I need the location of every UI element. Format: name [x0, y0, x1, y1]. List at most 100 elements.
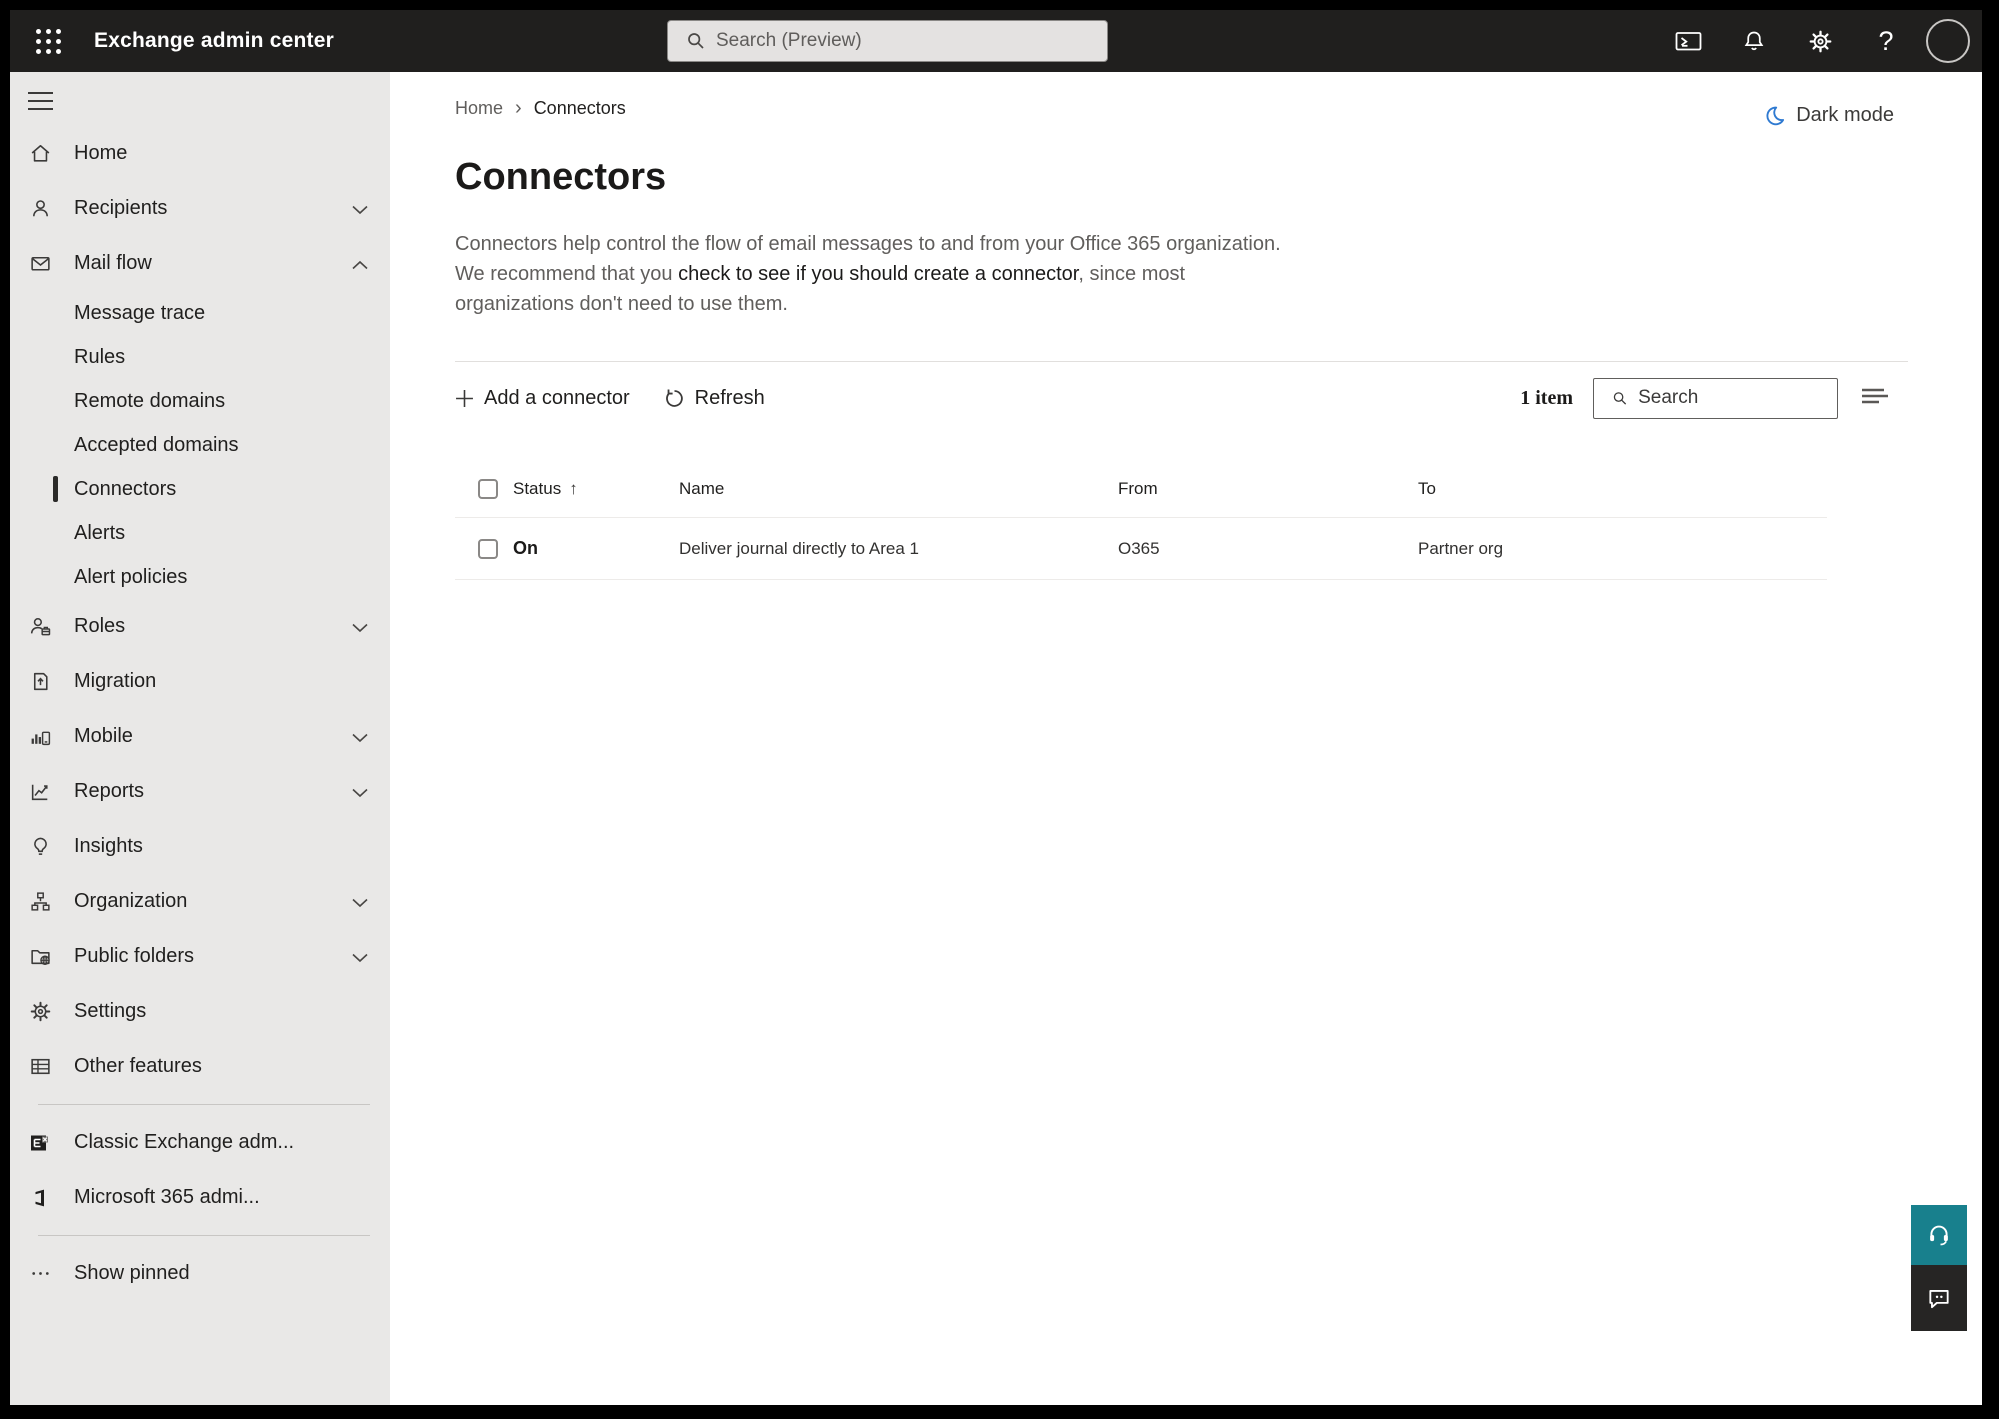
item-count: 1 item — [1520, 386, 1573, 409]
sidebar-item-label: Public folders — [74, 945, 195, 967]
sidebar-item-migration[interactable]: Migration — [10, 654, 390, 709]
menu-toggle[interactable] — [10, 72, 390, 126]
sidebar-item-alerts[interactable]: Alerts — [10, 511, 390, 555]
sort-filter-button[interactable] — [1856, 382, 1894, 415]
support-button[interactable] — [1911, 1205, 1967, 1265]
app-window: Exchange admin center Search (Preview) ?… — [10, 10, 1982, 1405]
column-header-label: From — [1118, 478, 1158, 498]
sidebar-item-label: Classic Exchange adm... — [74, 1131, 295, 1153]
sidebar-item-label: Message trace — [74, 301, 206, 324]
page-description: Connectors help control the flow of emai… — [455, 229, 1305, 319]
bell-icon — [1744, 31, 1764, 51]
column-header-status[interactable]: Status ↑ — [513, 479, 679, 499]
chevron-down-icon — [352, 615, 368, 638]
sidebar-item-insights[interactable]: Insights — [10, 819, 390, 874]
sidebar-item-label: Recipients — [74, 197, 168, 219]
moon-icon — [1766, 106, 1785, 126]
breadcrumb-separator: › — [515, 97, 522, 119]
sidebar-item-home[interactable]: Home — [10, 126, 390, 181]
refresh-button[interactable]: Refresh — [664, 387, 765, 410]
sidebar-item-show-pinned[interactable]: Show pinned — [10, 1246, 390, 1301]
chat-icon — [1929, 1290, 1949, 1309]
table-row[interactable]: On Deliver journal directly to Area 1 O3… — [455, 518, 1827, 580]
plus-icon — [456, 389, 473, 407]
powershell-button[interactable] — [1662, 15, 1714, 67]
breadcrumb-current: Connectors — [533, 98, 626, 118]
sidebar-item-message-trace[interactable]: Message trace — [10, 291, 390, 335]
sidebar-item-reports[interactable]: Reports — [10, 764, 390, 819]
create-connector-link[interactable]: check to see if you should create a conn… — [678, 263, 1078, 285]
sidebar-item-label: Connectors — [74, 477, 177, 500]
waffle-icon — [35, 28, 61, 54]
global-search-input[interactable] — [716, 30, 1095, 52]
chevron-down-icon — [352, 945, 368, 968]
sidebar-item-classic-exchange-admin[interactable]: Classic Exchange adm... — [10, 1115, 390, 1170]
sidebar-item-label: Organization — [74, 890, 188, 912]
home-icon — [28, 142, 52, 166]
chevron-down-icon — [352, 197, 368, 220]
sidebar-item-settings[interactable]: Settings — [10, 984, 390, 1039]
sidebar-item-rules[interactable]: Rules — [10, 335, 390, 379]
breadcrumb-home-link[interactable]: Home — [455, 98, 503, 119]
person-briefcase-icon — [28, 615, 52, 639]
terminal-icon — [1675, 31, 1701, 50]
table-icon — [28, 1055, 52, 1079]
list-search-input[interactable] — [1638, 387, 1827, 409]
chevron-down-icon — [352, 890, 368, 913]
sidebar-item-remote-domains[interactable]: Remote domains — [10, 379, 390, 423]
sidebar-item-label: Show pinned — [74, 1262, 190, 1284]
sidebar-item-recipients[interactable]: Recipients — [10, 181, 390, 236]
breadcrumb: Home › Connectors — [455, 72, 1908, 120]
toolbar-divider — [455, 361, 1908, 362]
sidebar-item-label: Rules — [74, 345, 126, 368]
column-header-from[interactable]: From — [1118, 479, 1418, 499]
dark-mode-toggle[interactable]: Dark mode — [1763, 104, 1894, 127]
search-icon — [1613, 391, 1627, 405]
sidebar-item-connectors[interactable]: Connectors — [10, 467, 390, 511]
folder-globe-icon — [28, 945, 52, 969]
feedback-button[interactable] — [1911, 1265, 1967, 1331]
sidebar-item-mail-flow[interactable]: Mail flow — [10, 236, 390, 291]
column-header-to[interactable]: To — [1418, 479, 1827, 499]
sidebar-item-accepted-domains[interactable]: Accepted domains — [10, 423, 390, 467]
refresh-icon — [665, 388, 683, 407]
sidebar-item-microsoft-365-admin[interactable]: Microsoft 365 admi... — [10, 1170, 390, 1225]
hamburger-icon — [28, 92, 53, 110]
chevron-up-icon — [352, 252, 368, 275]
add-connector-button[interactable]: Add a connector — [455, 387, 630, 410]
sidebar-item-label: Insights — [74, 835, 143, 857]
topbar: Exchange admin center Search (Preview) ? — [10, 10, 1982, 72]
app-title: Exchange admin center — [94, 29, 334, 52]
person-icon — [28, 197, 52, 221]
account-avatar[interactable] — [1926, 19, 1970, 63]
sort-ascending-icon: ↑ — [569, 478, 578, 498]
sidebar-item-other-features[interactable]: Other features — [10, 1039, 390, 1094]
page-title: Connectors — [455, 156, 667, 198]
global-search[interactable] — [667, 20, 1108, 62]
select-all-checkbox[interactable] — [478, 478, 498, 499]
sidebar-item-alert-policies[interactable]: Alert policies — [10, 555, 390, 599]
microsoft-365-logo-icon — [28, 1186, 52, 1210]
row-checkbox[interactable] — [478, 538, 498, 559]
sidebar: Home Recipients Mail flow Message trace … — [10, 72, 390, 1405]
sidebar-item-organization[interactable]: Organization — [10, 874, 390, 929]
sidebar-divider — [38, 1104, 370, 1105]
notifications-button[interactable] — [1728, 15, 1780, 67]
sidebar-item-label: Mobile — [74, 725, 133, 747]
column-header-label: Status — [513, 478, 562, 498]
sidebar-item-mobile[interactable]: Mobile — [10, 709, 390, 764]
sidebar-item-label: Alert policies — [74, 565, 188, 588]
sort-lines-icon — [1862, 388, 1888, 403]
help-button[interactable]: ? — [1860, 15, 1912, 67]
app-launcher-button[interactable] — [24, 17, 72, 65]
sidebar-item-public-folders[interactable]: Public folders — [10, 929, 390, 984]
sidebar-item-roles[interactable]: Roles — [10, 599, 390, 654]
main-content: Home › Connectors Dark mode Connectors C… — [390, 72, 1982, 1405]
sidebar-item-label: Microsoft 365 admi... — [74, 1186, 260, 1208]
settings-button[interactable] — [1794, 15, 1846, 67]
column-header-name[interactable]: Name — [679, 479, 1118, 499]
search-icon — [688, 33, 704, 49]
refresh-label: Refresh — [694, 386, 765, 409]
list-search[interactable] — [1593, 377, 1838, 419]
trend-chart-icon — [28, 780, 52, 804]
